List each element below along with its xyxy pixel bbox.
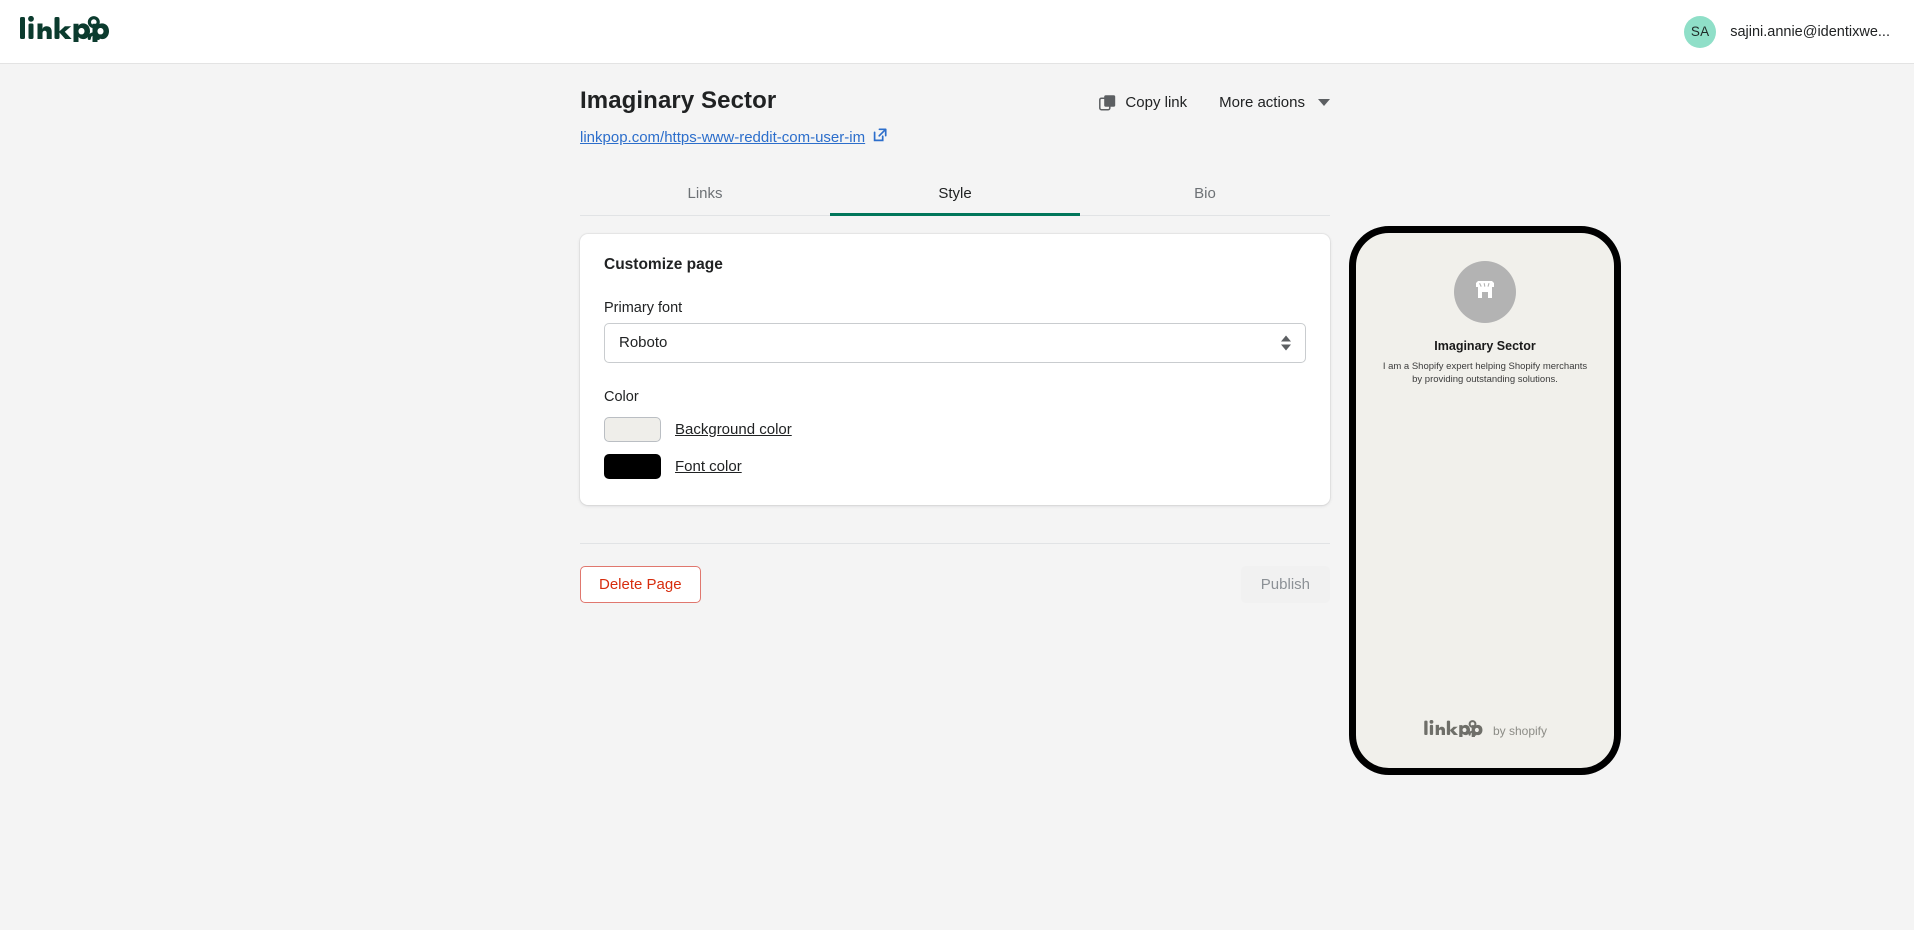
copy-icon bbox=[1099, 94, 1116, 111]
page-body: Imaginary Sector Copy link More actions bbox=[0, 64, 1914, 930]
preview-avatar bbox=[1454, 261, 1516, 323]
font-color-link[interactable]: Font color bbox=[675, 458, 742, 475]
external-link-icon bbox=[873, 128, 887, 146]
linkpop-logo-icon bbox=[20, 15, 114, 47]
page-header: Imaginary Sector Copy link More actions bbox=[580, 87, 1330, 114]
tab-bar: Links Style Bio bbox=[580, 173, 1330, 216]
store-icon bbox=[1470, 275, 1500, 310]
app-logo[interactable] bbox=[20, 15, 114, 47]
background-color-link[interactable]: Background color bbox=[675, 421, 792, 438]
page-header-actions: Copy link More actions bbox=[1099, 88, 1330, 111]
more-actions-button[interactable]: More actions bbox=[1219, 94, 1330, 111]
copy-link-label: Copy link bbox=[1125, 94, 1188, 111]
avatar: SA bbox=[1684, 15, 1717, 48]
preview-footer-byline: by shopify bbox=[1492, 724, 1548, 738]
page-header-left: Imaginary Sector bbox=[580, 87, 777, 114]
phone-preview: Imaginary Sector I am a Shopify expert h… bbox=[1349, 226, 1621, 775]
primary-font-field: Roboto bbox=[604, 322, 1306, 363]
top-bar: SA sajini.annie@identixwe... bbox=[0, 0, 1914, 64]
primary-font-label: Primary font bbox=[604, 299, 683, 316]
more-actions-label: More actions bbox=[1219, 94, 1305, 111]
color-label: Color bbox=[604, 388, 639, 405]
tab-links[interactable]: Links bbox=[580, 173, 830, 215]
copy-link-button[interactable]: Copy link bbox=[1099, 94, 1187, 111]
footer-actions: Delete Page Publish bbox=[580, 565, 1330, 603]
primary-font-select[interactable]: Roboto bbox=[604, 322, 1306, 363]
preview-bio: I am a Shopify expert helping Shopify me… bbox=[1382, 361, 1588, 385]
preview-footer: by shopify bbox=[1423, 719, 1548, 742]
section-divider bbox=[580, 542, 1330, 544]
page-url-link[interactable]: linkpop.com/https-www-reddit-com-user-im bbox=[580, 128, 887, 146]
tab-bio[interactable]: Bio bbox=[1080, 173, 1330, 215]
card-title: Customize page bbox=[604, 255, 723, 273]
chevron-down-icon bbox=[1318, 99, 1330, 106]
customize-page-card: Customize page Primary font Roboto Color… bbox=[580, 233, 1330, 505]
publish-button[interactable]: Publish bbox=[1240, 565, 1330, 603]
linkpop-footer-logo-icon bbox=[1423, 719, 1487, 742]
delete-page-button[interactable]: Delete Page bbox=[580, 565, 701, 603]
tab-style[interactable]: Style bbox=[830, 173, 1080, 216]
page-url-text: linkpop.com/https-www-reddit-com-user-im bbox=[580, 128, 866, 146]
account-menu[interactable]: SA sajini.annie@identixwe... bbox=[1684, 15, 1892, 48]
font-color-row: Font color bbox=[604, 453, 1306, 479]
preview-name: Imaginary Sector bbox=[1434, 339, 1536, 353]
background-color-swatch[interactable] bbox=[604, 416, 661, 442]
main-content: Imaginary Sector Copy link More actions bbox=[580, 87, 1330, 603]
background-color-row: Background color bbox=[604, 416, 1306, 442]
account-email: sajini.annie@identixwe... bbox=[1730, 23, 1890, 40]
page-title: Imaginary Sector bbox=[580, 87, 777, 114]
font-color-swatch[interactable] bbox=[604, 453, 661, 479]
color-section: Color Background color Font color bbox=[604, 389, 1306, 479]
